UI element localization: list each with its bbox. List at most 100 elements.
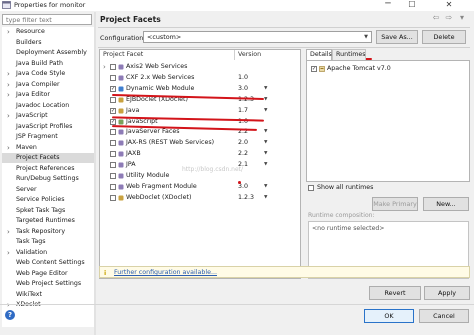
- help-icon[interactable]: ?: [5, 310, 15, 320]
- configuration-select[interactable]: <custom> ▼: [143, 31, 372, 43]
- sidebar-item[interactable]: Java Build Path: [2, 59, 94, 69]
- version-dropdown-icon[interactable]: ▼: [264, 193, 267, 203]
- new-runtime-button[interactable]: New...: [423, 197, 469, 211]
- filter-input[interactable]: [2, 14, 92, 25]
- facet-row[interactable]: WebDoclet (XDoclet) 1.2.3 ▼: [100, 193, 300, 203]
- facet-row[interactable]: › Axis2 Web Services: [100, 62, 300, 72]
- sidebar-item[interactable]: Project References: [2, 164, 94, 174]
- version-dropdown-icon[interactable]: ▼: [264, 106, 267, 116]
- maximize-button[interactable]: ☐: [400, 0, 424, 10]
- sidebar-item[interactable]: Builders: [2, 38, 94, 48]
- facet-checkbox[interactable]: [110, 96, 116, 103]
- sidebar-item[interactable]: › Validation: [2, 248, 94, 258]
- expand-arrow-icon[interactable]: ›: [103, 62, 106, 72]
- sidebar-item[interactable]: › Resource: [2, 27, 94, 37]
- sidebar-item[interactable]: Server: [2, 185, 94, 195]
- facet-checkbox[interactable]: [110, 74, 116, 81]
- delete-button[interactable]: Delete: [422, 30, 466, 44]
- ok-button[interactable]: OK: [364, 309, 414, 323]
- sidebar-item[interactable]: › Java Editor: [2, 90, 94, 100]
- close-window-button[interactable]: ✕: [424, 0, 474, 10]
- facet-checkbox[interactable]: [110, 183, 116, 190]
- sidebar-item[interactable]: Deployment Assembly: [2, 48, 94, 58]
- apply-button[interactable]: Apply: [424, 286, 470, 300]
- version-dropdown-icon[interactable]: ▼: [264, 149, 267, 159]
- sidebar-item[interactable]: WikiText: [2, 290, 94, 300]
- facet-checkbox[interactable]: [110, 151, 116, 158]
- view-menu-icon[interactable]: ▾: [456, 12, 468, 24]
- version-dropdown-icon[interactable]: ▼: [264, 160, 267, 170]
- sidebar-item[interactable]: Run/Debug Settings: [2, 174, 94, 184]
- version-dropdown-icon[interactable]: ▼: [264, 182, 267, 192]
- sidebar-item[interactable]: Javadoc Location: [2, 101, 94, 111]
- expand-arrow-icon[interactable]: ›: [7, 80, 10, 90]
- expand-arrow-icon[interactable]: ›: [7, 27, 10, 37]
- sidebar-item[interactable]: Web Page Editor: [2, 269, 94, 279]
- sidebar-item[interactable]: › Maven: [2, 143, 94, 153]
- sidebar-item[interactable]: JSP Fragment: [2, 132, 94, 142]
- facet-checkbox[interactable]: ✓: [110, 107, 116, 114]
- facet-checkbox[interactable]: [110, 140, 116, 147]
- facet-row[interactable]: ✓ Dynamic Web Module 3.0 ▼: [100, 84, 300, 94]
- sidebar-item[interactable]: Targeted Runtimes: [2, 216, 94, 226]
- sidebar-item[interactable]: ›XDoclet: [2, 300, 94, 310]
- facet-checkbox[interactable]: ✓: [110, 85, 116, 92]
- sidebar-item[interactable]: › Java Compiler: [2, 80, 94, 90]
- revert-button[interactable]: Revert: [369, 286, 421, 300]
- expand-arrow-icon[interactable]: ›: [7, 69, 10, 79]
- cancel-button[interactable]: Cancel: [419, 309, 469, 323]
- facet-version[interactable]: 2.0: [238, 138, 248, 148]
- facet-version[interactable]: 3.0: [238, 84, 248, 94]
- back-arrow-icon[interactable]: ⇦: [430, 12, 442, 24]
- facet-checkbox[interactable]: [110, 129, 116, 136]
- facet-checkbox[interactable]: ✓: [110, 118, 116, 125]
- pane-divider[interactable]: [94, 12, 96, 335]
- sidebar-item[interactable]: Spket Task Tags: [2, 206, 94, 216]
- column-divider[interactable]: [234, 50, 235, 60]
- expand-arrow-icon[interactable]: ›: [7, 227, 10, 237]
- sidebar-item[interactable]: JavaScript Profiles: [2, 122, 94, 132]
- make-primary-button[interactable]: Make Primary: [372, 197, 418, 211]
- sidebar-item[interactable]: Service Policies: [2, 195, 94, 205]
- sidebar-item[interactable]: › JavaScript: [2, 111, 94, 121]
- facet-row[interactable]: Web Fragment Module 3.0 ▼: [100, 182, 300, 192]
- version-dropdown-icon[interactable]: ▼: [264, 127, 267, 137]
- facet-checkbox[interactable]: [110, 162, 116, 169]
- facet-version[interactable]: 1.2.3: [238, 193, 254, 203]
- column-header-version[interactable]: Version: [238, 50, 261, 60]
- sidebar-item-label: JavaScript Profiles: [16, 122, 73, 130]
- minimize-button[interactable]: ─: [376, 0, 400, 10]
- expand-arrow-icon[interactable]: ›: [7, 248, 10, 258]
- column-header-facet[interactable]: Project Facet: [103, 50, 143, 60]
- version-dropdown-icon[interactable]: ▼: [264, 95, 267, 105]
- sidebar-item[interactable]: Web Content Settings: [2, 258, 94, 268]
- facet-row[interactable]: CXF 2.x Web Services 1.0: [100, 73, 300, 83]
- version-dropdown-icon[interactable]: ▼: [264, 84, 267, 94]
- expand-arrow-icon[interactable]: ›: [7, 143, 10, 153]
- tab-runtimes[interactable]: Runtimes: [332, 49, 366, 60]
- runtime-checkbox[interactable]: ✓: [311, 66, 317, 72]
- sidebar-item[interactable]: Project Facets: [2, 153, 94, 163]
- facet-version[interactable]: 2.2: [238, 149, 248, 159]
- facet-checkbox[interactable]: [110, 194, 116, 201]
- sidebar-item[interactable]: › Task Repository: [2, 227, 94, 237]
- version-dropdown-icon[interactable]: ▼: [264, 138, 267, 148]
- sidebar-item[interactable]: › Java Code Style: [2, 69, 94, 79]
- sidebar-item[interactable]: Web Project Settings: [2, 279, 94, 289]
- facet-checkbox[interactable]: [110, 64, 116, 70]
- expand-arrow-icon[interactable]: ›: [7, 111, 10, 121]
- facet-row[interactable]: JAX-RS (REST Web Services) 2.0 ▼: [100, 138, 300, 148]
- facet-version[interactable]: 1.7: [238, 106, 248, 116]
- facet-checkbox[interactable]: [110, 173, 116, 179]
- facet-row[interactable]: JAXB 2.2 ▼: [100, 149, 300, 159]
- save-as-button[interactable]: Save As...: [376, 30, 418, 44]
- expand-arrow-icon[interactable]: ›: [7, 300, 10, 310]
- show-all-runtimes-label[interactable]: Show all runtimes: [317, 183, 373, 193]
- further-configuration-link[interactable]: Further configuration available...: [114, 268, 217, 277]
- tab-details[interactable]: Details: [306, 49, 332, 60]
- expand-arrow-icon[interactable]: ›: [7, 90, 10, 100]
- show-all-runtimes-checkbox[interactable]: [308, 185, 314, 191]
- facet-row[interactable]: ✓ Java 1.7 ▼: [100, 106, 300, 116]
- forward-arrow-icon[interactable]: ⇨: [443, 12, 455, 24]
- sidebar-item[interactable]: Task Tags: [2, 237, 94, 247]
